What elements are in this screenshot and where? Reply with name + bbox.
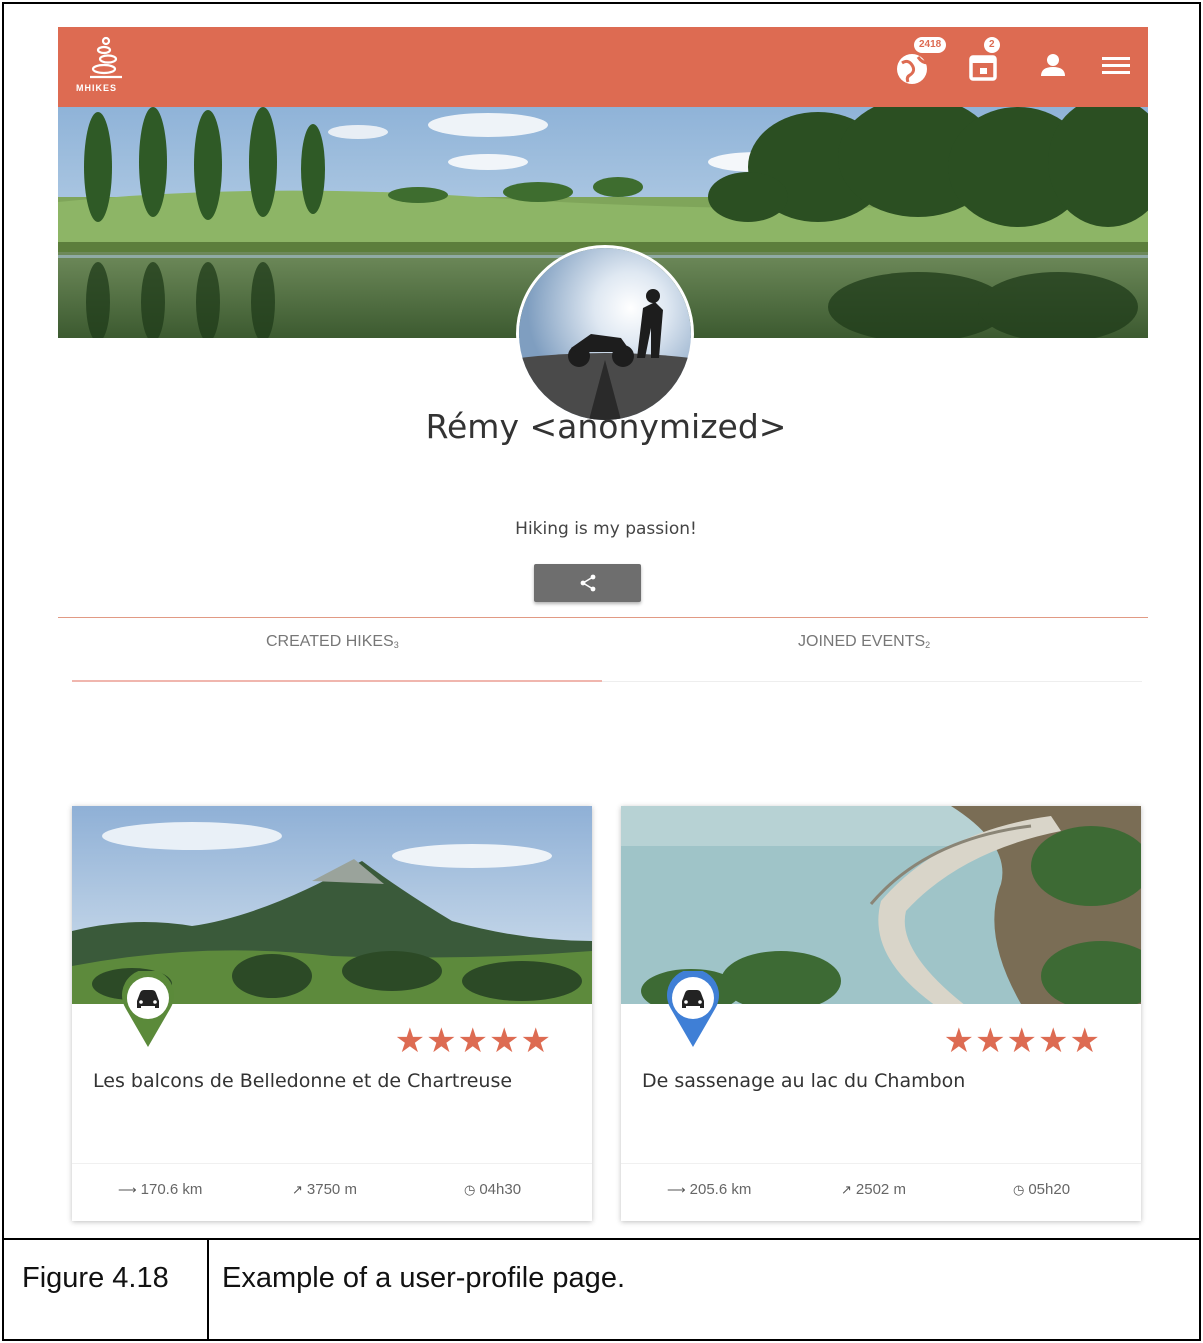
share-icon (580, 574, 595, 592)
elevation-trend-icon: ↗ (292, 1182, 303, 1197)
distance-value: 170.6 km (140, 1181, 203, 1198)
card-divider (72, 1163, 592, 1164)
section-divider (58, 617, 1148, 618)
user-icon (1041, 54, 1065, 76)
clock-icon: ◷ (1013, 1182, 1025, 1197)
tab-count: 2 (925, 640, 931, 650)
profile-bio: Hiking is my passion! (515, 519, 697, 539)
world-badge: 2418 (914, 37, 947, 53)
pin-marker (120, 969, 176, 1049)
distance-stat: ⟶ 205.6 km (667, 1181, 751, 1198)
elevation-stat: ↗ 3750 m (292, 1181, 357, 1198)
rating-stars: ★★★★★ (394, 1021, 552, 1061)
tab-created-hikes[interactable]: CREATED HIKES3 (266, 633, 399, 651)
distance-arrow-icon: ⟶ (667, 1182, 686, 1197)
menu-button[interactable] (1096, 45, 1140, 89)
tab-joined-events[interactable]: JOINED EVENTS2 (798, 633, 930, 651)
calendar-badge: 2 (984, 37, 1000, 53)
table-divider (2, 1238, 1201, 1240)
figure-label: Figure 4.18 (22, 1262, 169, 1294)
calendar-button[interactable]: 2 (966, 37, 1010, 89)
card-divider (621, 1163, 1141, 1164)
top-app-bar: MHIKES 2418 2 (58, 27, 1148, 107)
distance-arrow-icon: ⟶ (118, 1182, 137, 1197)
tab-track (602, 681, 1142, 682)
logo[interactable]: MHIKES (76, 35, 136, 97)
hike-card[interactable]: ★★★★★ De sassenage au lac du Chambon ⟶ 20… (621, 806, 1141, 1221)
tab-label: JOINED EVENTS (798, 633, 926, 650)
share-button[interactable] (534, 564, 641, 602)
elevation-stat: ↗ 2502 m (841, 1181, 906, 1198)
active-tab-indicator (72, 680, 602, 682)
distance-value: 205.6 km (689, 1181, 752, 1198)
world-hikes-button[interactable]: 2418 (894, 37, 947, 89)
profile-button[interactable] (1033, 45, 1077, 89)
car-icon (667, 969, 719, 1047)
duration-value: 05h20 (1028, 1181, 1071, 1198)
duration-stat: ◷ 05h20 (1013, 1181, 1070, 1198)
hike-title: De sassenage au lac du Chambon (642, 1070, 966, 1092)
logo-text: MHIKES (76, 83, 118, 93)
elevation-value: 3750 m (306, 1181, 357, 1198)
elevation-trend-icon: ↗ (841, 1182, 852, 1197)
hike-card[interactable]: ★★★★★ Les balcons de Belledonne et de Ch… (72, 806, 592, 1221)
table-column-divider (207, 1238, 209, 1341)
tab-label: CREATED HIKES (266, 633, 394, 650)
tab-count: 3 (393, 640, 399, 650)
duration-stat: ◷ 04h30 (464, 1181, 521, 1198)
pin-marker (665, 969, 721, 1049)
elevation-value: 2502 m (855, 1181, 906, 1198)
cairn-logo-icon (90, 36, 122, 79)
figure-caption: Example of a user-profile page. (222, 1262, 625, 1294)
car-icon (122, 969, 174, 1047)
hike-title: Les balcons de Belledonne et de Chartreu… (93, 1070, 513, 1092)
distance-stat: ⟶ 170.6 km (118, 1181, 202, 1198)
avatar[interactable] (516, 245, 694, 423)
hamburger-menu-icon (1102, 57, 1130, 74)
app-screenshot: MHIKES 2418 2 Rémy <anonymized> Hiking i… (58, 27, 1148, 1227)
duration-value: 04h30 (479, 1181, 522, 1198)
clock-icon: ◷ (464, 1182, 476, 1197)
rating-stars: ★★★★★ (943, 1021, 1101, 1061)
profile-name: Rémy <anonymized> (425, 407, 787, 446)
